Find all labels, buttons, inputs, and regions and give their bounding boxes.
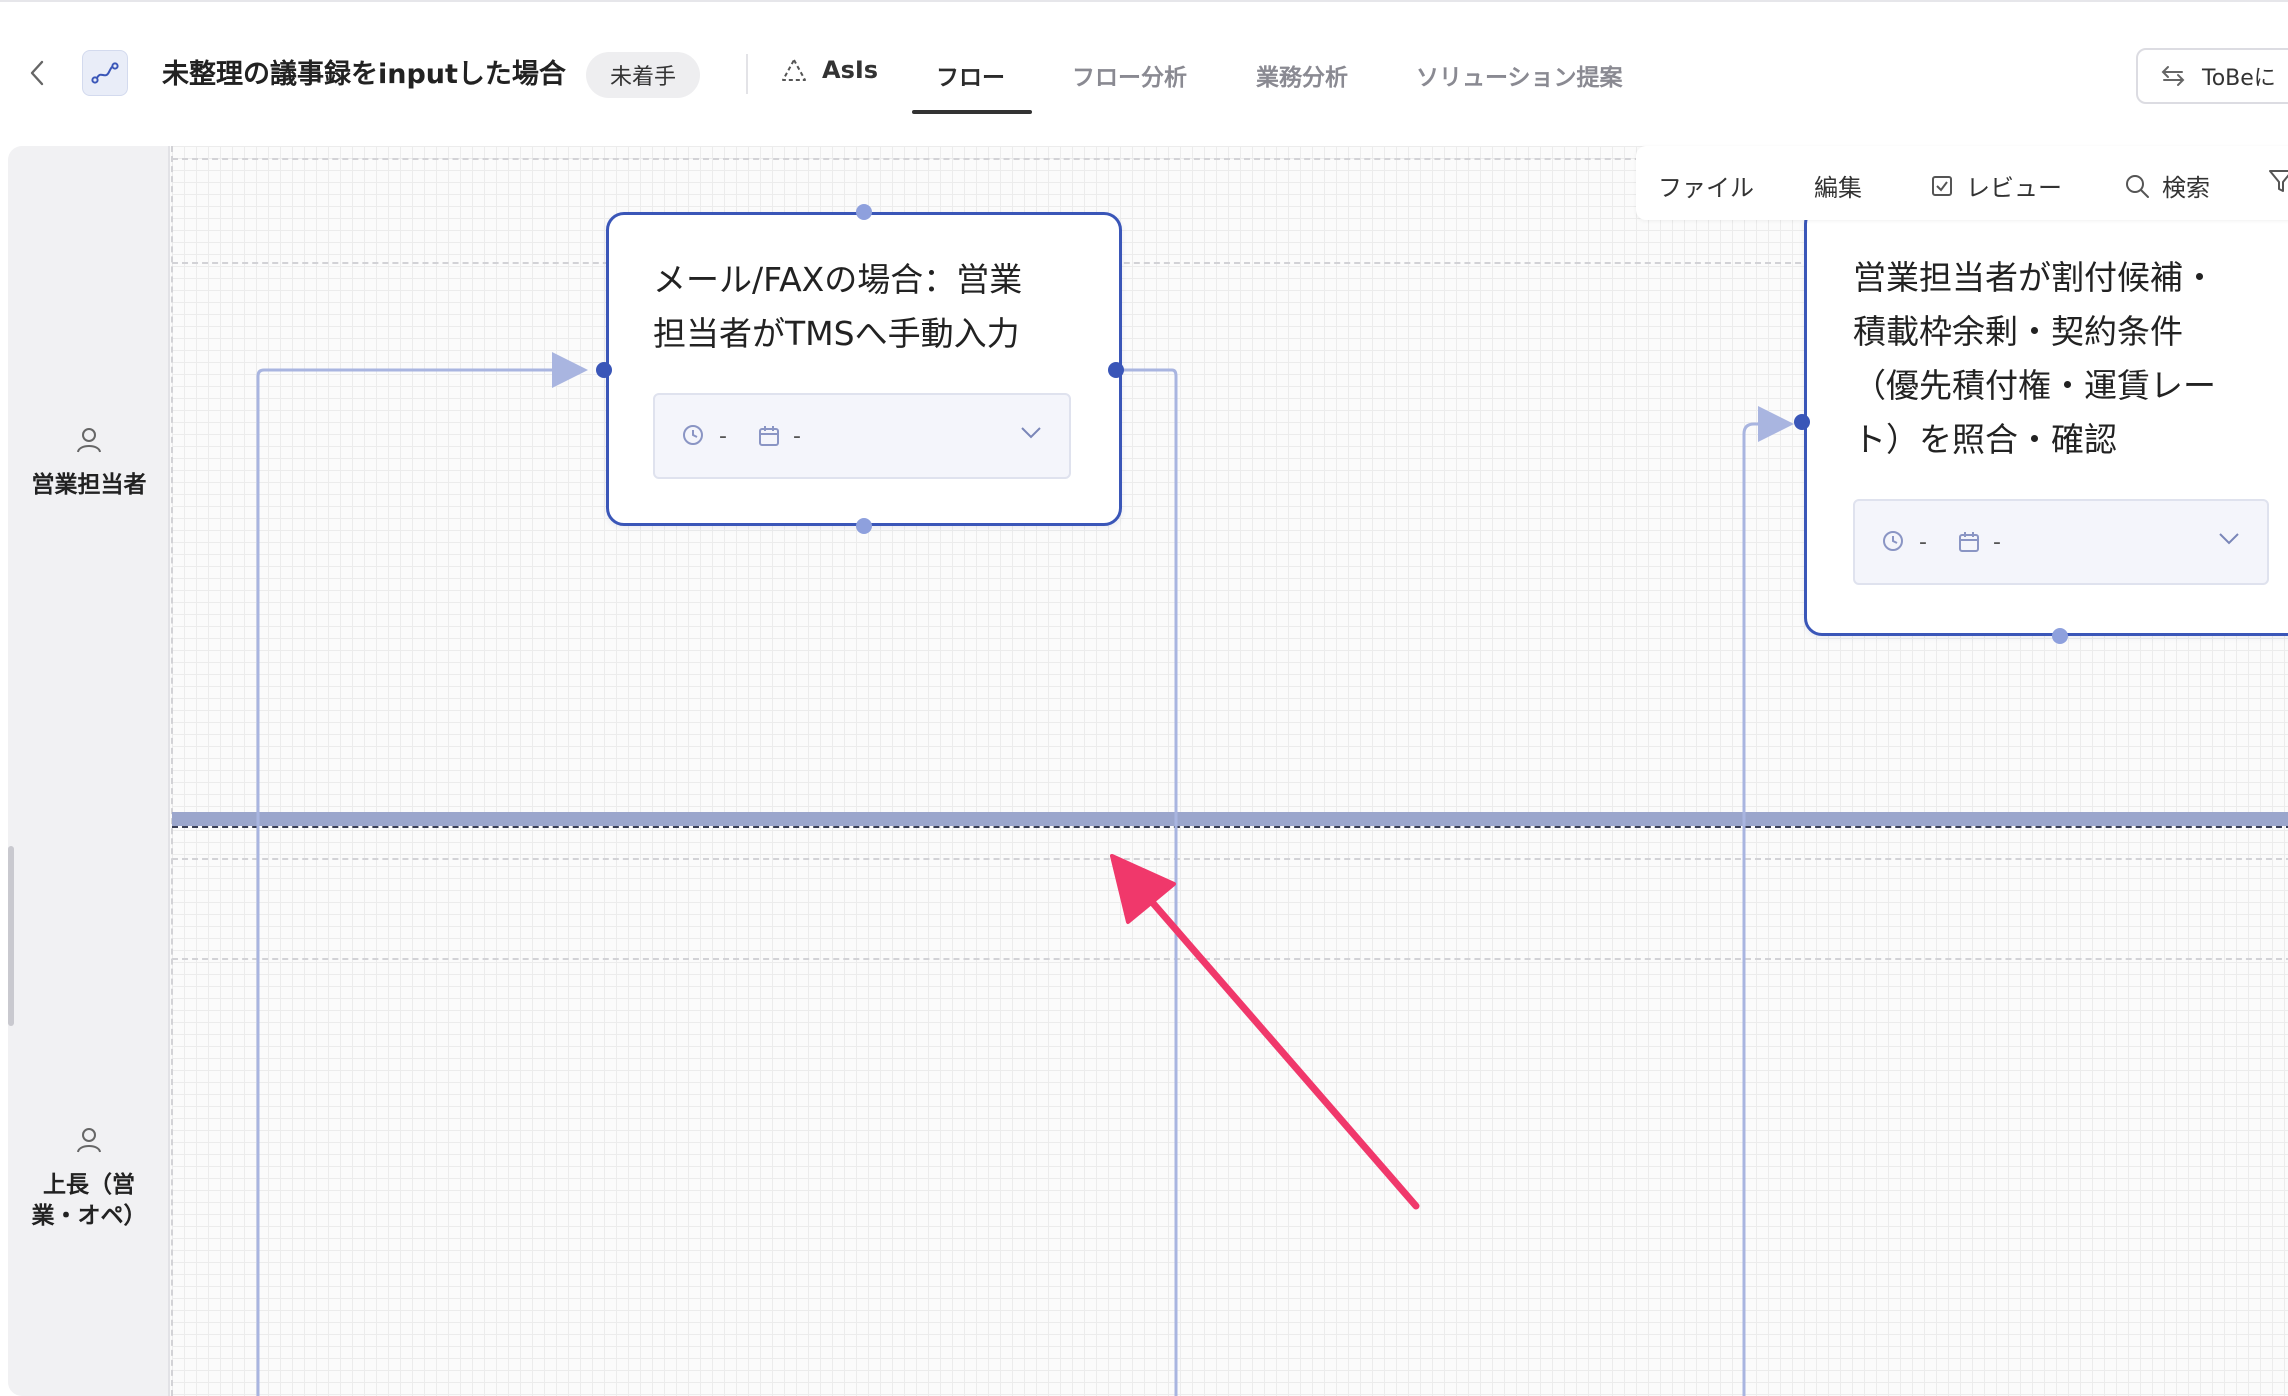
process-node[interactable]: 営業担当者が割付候補・ 積載枠余剰・契約条件 （優先積付権・運賃レー ト）を照合… — [1804, 206, 2288, 636]
lane-sales-rep[interactable]: 営業担当者 — [8, 426, 170, 501]
node-text-line: 営業担当者が割付候補・ — [1853, 258, 2216, 297]
review-menu-label: レビュー — [1966, 174, 2062, 202]
connection-handle-top[interactable] — [856, 204, 872, 220]
node-meta[interactable]: - - — [653, 393, 1071, 479]
connection-handle-right[interactable] — [1108, 362, 1124, 378]
canvas-toolbar: ファイル 編集 レビュー 検索 — [1636, 146, 2288, 220]
grid-guide — [172, 858, 2288, 860]
back-button[interactable] — [22, 58, 52, 88]
triangle-icon — [782, 59, 806, 81]
grid-guide — [172, 958, 2288, 960]
page-title: 未整理の議事録をinputした場合 — [162, 59, 566, 90]
node-meta[interactable]: - - — [1853, 499, 2269, 585]
process-node[interactable]: メール/FAXの場合：営業 担当者がTMSへ手動入力 - - — [606, 212, 1122, 526]
clock-icon — [1883, 531, 1903, 551]
flow-type-badge — [82, 50, 128, 96]
page-header: 未整理の議事録をinputした場合 未着手 AsIs フロー フロー分析 業務分… — [0, 2, 2288, 142]
node-text: 営業担当者が割付候補・ 積載枠余剰・契約条件 （優先積付権・運賃レー ト）を照合… — [1853, 251, 2216, 467]
filter-icon — [2269, 170, 2288, 192]
file-menu-label: ファイル — [1658, 174, 1754, 202]
calendar-icon — [758, 426, 779, 446]
lane-separator-guide — [172, 826, 2288, 828]
date-value: - — [1992, 529, 2001, 555]
calendar-icon — [1958, 532, 1979, 552]
lane-label: 営業担当者 — [31, 472, 147, 498]
time-value: - — [1919, 529, 1927, 555]
file-menu[interactable]: ファイル — [1658, 168, 1754, 203]
connection-handle-left[interactable] — [596, 362, 612, 378]
clock-icon — [683, 425, 703, 445]
lane-separator[interactable] — [172, 812, 2288, 826]
connection-handle-bottom[interactable] — [856, 518, 872, 534]
checkbox-icon — [1932, 175, 1952, 196]
filter-menu[interactable] — [2268, 168, 2288, 194]
node-text-line: 担当者がTMSへ手動入力 — [653, 314, 1020, 353]
chevron-down-icon[interactable] — [1019, 425, 1043, 441]
lane-label: 上長（営業・オペ） — [31, 1172, 147, 1229]
review-menu[interactable]: レビュー — [1930, 168, 2062, 203]
status-badge[interactable]: 未着手 — [586, 52, 701, 98]
edit-menu-label: 編集 — [1814, 174, 1862, 202]
user-icon — [77, 1128, 101, 1153]
mode-label: AsIs — [822, 56, 879, 84]
lane-manager[interactable]: 上長（営業・オペ） — [8, 1126, 170, 1232]
search-menu[interactable]: 検索 — [2124, 168, 2210, 203]
node-text: メール/FAXの場合：営業 担当者がTMSへ手動入力 — [653, 253, 1022, 361]
back-chevron-icon — [30, 60, 44, 86]
date-value: - — [792, 423, 801, 449]
chevron-down-icon[interactable] — [2217, 531, 2241, 547]
user-icon — [77, 428, 101, 453]
node-text-line: ト）を照合・確認 — [1853, 420, 2117, 459]
node-text-line: メール/FAXの場合：営業 — [653, 260, 1023, 299]
flow-icon — [91, 62, 119, 84]
active-tab-underline — [912, 110, 1032, 114]
tab-flow-analysis[interactable]: フロー分析 — [1072, 58, 1187, 92]
search-menu-label: 検索 — [2162, 174, 2210, 202]
flow-canvas[interactable]: 営業担当者 上長（営業・オペ） メール/FAXの場合：営業 担当者がTMSへ手動… — [8, 146, 2288, 1396]
time-value: - — [719, 423, 727, 449]
header-divider — [746, 54, 748, 94]
tobe-button[interactable]: ToBeに — [2136, 48, 2288, 104]
tab-solution-proposal[interactable]: ソリューション提案 — [1416, 58, 1623, 92]
edit-menu[interactable]: 編集 — [1814, 168, 1862, 203]
connection-handle-left[interactable] — [1794, 414, 1810, 430]
side-resize-handle[interactable] — [8, 846, 14, 1026]
tab-business-analysis[interactable]: 業務分析 — [1256, 58, 1348, 92]
lane-boundary-vertical — [171, 146, 173, 1396]
mode-indicator[interactable]: AsIs — [780, 56, 878, 84]
connection-handle-bottom[interactable] — [2052, 628, 2068, 644]
tab-flow[interactable]: フロー — [936, 58, 1005, 92]
swap-icon — [2161, 66, 2185, 86]
tobe-button-label: ToBeに — [2202, 66, 2276, 91]
node-text-line: 積載枠余剰・契約条件 — [1853, 312, 2183, 351]
search-icon — [2126, 174, 2149, 198]
node-text-line: （優先積付権・運賃レー — [1853, 366, 2216, 405]
